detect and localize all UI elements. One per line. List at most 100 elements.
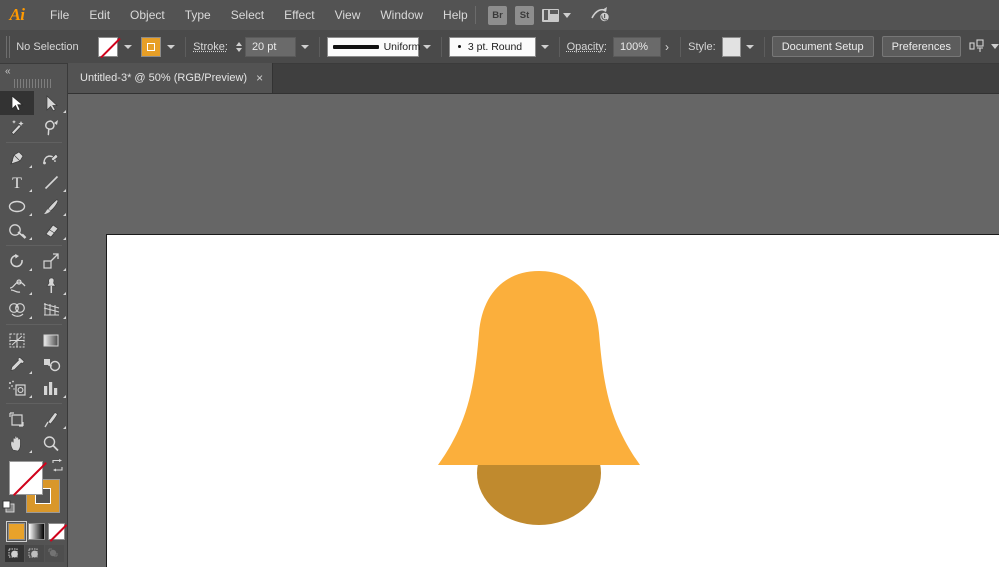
- tool-flyout-indicator[interactable]: [63, 316, 66, 319]
- align-chevron-down-icon[interactable]: [990, 44, 999, 49]
- collapse-panel-icon[interactable]: «: [5, 66, 10, 77]
- tool-flyout-indicator[interactable]: [29, 237, 32, 240]
- eraser-tool[interactable]: [34, 218, 68, 242]
- tool-flyout-indicator[interactable]: [63, 237, 66, 240]
- tool-flyout-indicator[interactable]: [63, 189, 66, 192]
- mesh-tool[interactable]: [0, 328, 34, 352]
- graphic-style-swatch[interactable]: [721, 36, 742, 57]
- menu-type[interactable]: Type: [175, 0, 221, 30]
- tool-flyout-indicator[interactable]: [29, 189, 32, 192]
- close-icon[interactable]: ×: [256, 72, 263, 84]
- default-fill-stroke-icon[interactable]: [2, 500, 15, 513]
- free-transform-tool[interactable]: [34, 273, 68, 297]
- align-objects-control[interactable]: [969, 39, 999, 54]
- canvas-area[interactable]: [68, 94, 999, 567]
- zoom-tool[interactable]: [34, 431, 68, 455]
- scale-tool[interactable]: [34, 249, 68, 273]
- paintbrush-tool[interactable]: [34, 194, 68, 218]
- tool-flyout-indicator[interactable]: [29, 268, 32, 271]
- stroke-chevron-down-icon[interactable]: [163, 37, 178, 57]
- tool-flyout-indicator[interactable]: [63, 395, 66, 398]
- symbol-sprayer-tool[interactable]: [0, 376, 34, 400]
- tool-flyout-indicator[interactable]: [29, 450, 32, 453]
- stroke-weight-input[interactable]: 20 pt: [244, 36, 297, 57]
- control-bar-grip[interactable]: [6, 35, 13, 58]
- stroke-weight-chevron-down-icon[interactable]: [298, 37, 311, 57]
- tool-flyout-indicator[interactable]: [29, 213, 32, 216]
- fill-swatch[interactable]: [98, 36, 119, 57]
- menu-select[interactable]: Select: [221, 0, 274, 30]
- stroke-color-control[interactable]: [141, 36, 178, 57]
- tool-flyout-indicator[interactable]: [63, 268, 66, 271]
- style-chevron-down-icon[interactable]: [743, 37, 756, 57]
- draw-normal-button[interactable]: [5, 545, 24, 562]
- menu-object[interactable]: Object: [120, 0, 175, 30]
- hand-tool[interactable]: [0, 431, 34, 455]
- stroke-weight-stepper[interactable]: [235, 41, 242, 52]
- artboard-tool[interactable]: [0, 407, 34, 431]
- pen-tool[interactable]: [0, 146, 34, 170]
- opacity-label[interactable]: Opacity:: [567, 41, 607, 53]
- shaper-tool[interactable]: [0, 218, 34, 242]
- eyedropper-tool[interactable]: [0, 352, 34, 376]
- preferences-button[interactable]: Preferences: [881, 36, 961, 57]
- lasso-tool[interactable]: [34, 115, 68, 139]
- line-segment-tool[interactable]: [34, 170, 68, 194]
- brush-definition-select[interactable]: 3 pt. Round: [448, 36, 537, 57]
- menu-edit[interactable]: Edit: [79, 0, 120, 30]
- stroke-profile-select[interactable]: Uniform: [326, 36, 420, 57]
- fill-control[interactable]: [98, 36, 135, 57]
- blend-tool[interactable]: [34, 352, 68, 376]
- divider: [558, 36, 560, 57]
- stroke-weight-label[interactable]: Stroke:: [193, 41, 228, 53]
- stroke-swatch[interactable]: [141, 36, 162, 57]
- rotate-tool[interactable]: [0, 249, 34, 273]
- gradient-tool[interactable]: [34, 328, 68, 352]
- slice-tool[interactable]: [34, 407, 68, 431]
- tool-flyout-indicator[interactable]: [29, 316, 32, 319]
- color-button[interactable]: [6, 521, 27, 542]
- menu-file[interactable]: File: [40, 0, 79, 30]
- tool-flyout-indicator[interactable]: [29, 292, 32, 295]
- tool-flyout-indicator[interactable]: [63, 292, 66, 295]
- bridge-icon[interactable]: Br: [488, 5, 507, 25]
- draw-inside-button[interactable]: [45, 545, 64, 562]
- stroke-profile-chevron-down-icon[interactable]: [421, 37, 434, 57]
- magic-wand-tool[interactable]: [0, 115, 34, 139]
- artboard[interactable]: [106, 234, 999, 567]
- menu-effect[interactable]: Effect: [274, 0, 324, 30]
- tool-flyout-indicator[interactable]: [29, 165, 32, 168]
- fill-swatch-large[interactable]: [9, 461, 43, 495]
- bell-illustration[interactable]: [424, 241, 654, 544]
- selection-tool[interactable]: [0, 91, 34, 115]
- opacity-input[interactable]: 100%: [612, 36, 661, 57]
- search-help-icon[interactable]: [589, 6, 611, 24]
- tool-flyout-indicator[interactable]: [63, 213, 66, 216]
- document-tab[interactable]: Untitled-3* @ 50% (RGB/Preview) ×: [68, 63, 274, 93]
- menu-view[interactable]: View: [325, 0, 371, 30]
- tool-flyout-indicator[interactable]: [63, 110, 66, 113]
- column-graph-tool[interactable]: [34, 376, 68, 400]
- curvature-tool[interactable]: [34, 146, 68, 170]
- stock-icon[interactable]: St: [515, 5, 534, 25]
- menu-window[interactable]: Window: [370, 0, 433, 30]
- document-setup-button[interactable]: Document Setup: [771, 36, 874, 57]
- direct-selection-tool[interactable]: [34, 91, 68, 115]
- swap-fill-stroke-icon[interactable]: [51, 459, 64, 472]
- shape-builder-tool[interactable]: [0, 297, 34, 321]
- perspective-grid-tool[interactable]: [34, 297, 68, 321]
- ellipse-tool[interactable]: [0, 194, 34, 218]
- tools-panel-grabber[interactable]: [14, 79, 53, 88]
- gradient-button[interactable]: [28, 523, 45, 540]
- brush-chevron-down-icon[interactable]: [538, 37, 551, 57]
- tool-flyout-indicator[interactable]: [29, 395, 32, 398]
- fill-chevron-down-icon[interactable]: [120, 37, 135, 57]
- opacity-more-options-icon[interactable]: ›: [661, 40, 673, 54]
- type-tool[interactable]: T: [0, 170, 34, 194]
- draw-behind-button[interactable]: [25, 545, 44, 562]
- tool-flyout-indicator[interactable]: [63, 426, 66, 429]
- arrange-documents-icon[interactable]: [542, 8, 571, 22]
- width-tool[interactable]: [0, 273, 34, 297]
- tool-flyout-indicator[interactable]: [29, 371, 32, 374]
- none-button[interactable]: [48, 523, 65, 540]
